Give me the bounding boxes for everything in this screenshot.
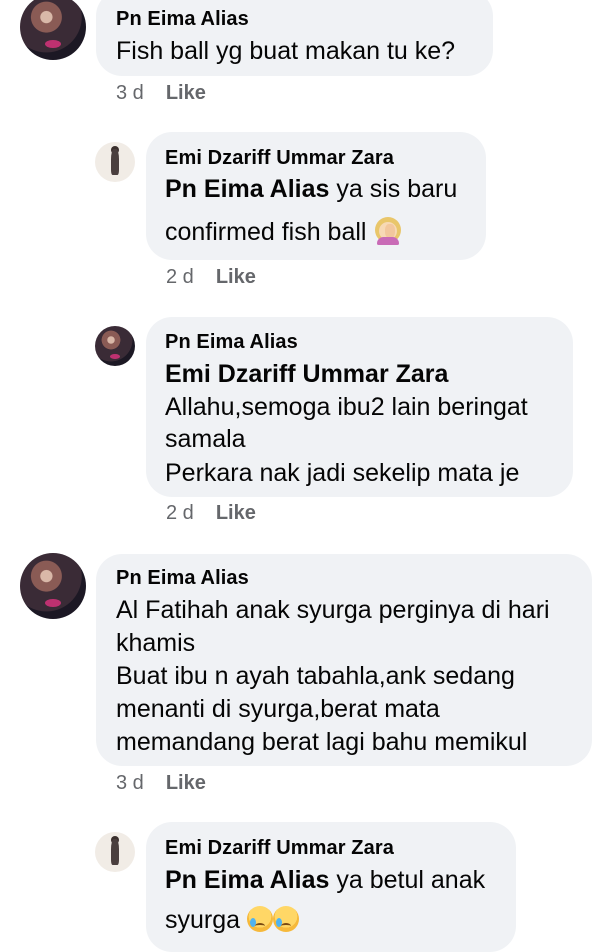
comment-author[interactable]: Pn Eima Alias bbox=[116, 8, 249, 31]
woman-facepalming-emoji bbox=[373, 215, 403, 245]
comment-text: syurga bbox=[165, 903, 299, 937]
avatar[interactable] bbox=[95, 142, 135, 182]
crying-face-emoji bbox=[273, 906, 299, 932]
comment-mention: Emi Dzariff Ummar Zara bbox=[165, 357, 448, 391]
mention-link[interactable]: Pn Eima Alias bbox=[165, 866, 329, 894]
comment-author[interactable]: Pn Eima Alias bbox=[165, 331, 298, 354]
comment-text: Perkara nak jadi sekelip mata je bbox=[165, 459, 520, 487]
comment-text: confirmed fish ball bbox=[165, 215, 403, 249]
comment-text: khamis bbox=[116, 629, 196, 657]
comment-timestamp[interactable]: 2 d bbox=[166, 502, 194, 524]
comment-timestamp[interactable]: 3 d bbox=[116, 772, 144, 794]
crying-face-emoji bbox=[247, 906, 273, 932]
comment-author[interactable]: Emi Dzariff Ummar Zara bbox=[165, 147, 394, 170]
comment-text: Al Fatihah anak syurga perginya di hari bbox=[116, 596, 550, 624]
comment-text: Fish ball yg buat makan tu ke? bbox=[116, 37, 456, 65]
comment-timestamp[interactable]: 3 d bbox=[116, 82, 144, 104]
comment-meta: 3 d Like bbox=[116, 82, 206, 105]
avatar[interactable] bbox=[95, 832, 135, 872]
comment-meta: 2 d Like bbox=[166, 502, 256, 525]
mention-link[interactable]: Pn Eima Alias bbox=[165, 175, 329, 203]
comment-author[interactable]: Emi Dzariff Ummar Zara bbox=[165, 837, 394, 860]
comment-text: memandang berat lagi bahu memikul bbox=[116, 728, 528, 756]
comment-text: samala bbox=[165, 425, 246, 453]
comment-text-line: confirmed fish ball bbox=[165, 218, 367, 246]
comment-text-line: ya betul anak bbox=[336, 866, 486, 894]
like-button[interactable]: Like bbox=[166, 82, 206, 104]
comment-text: Buat ibu n ayah tabahla,ank sedang bbox=[116, 662, 515, 690]
avatar-figure bbox=[111, 149, 119, 175]
avatar[interactable] bbox=[20, 553, 86, 619]
avatar-figure bbox=[111, 839, 119, 865]
comment-text-line: syurga bbox=[165, 906, 241, 934]
comment-text: Pn Eima Alias ya sis baru bbox=[165, 172, 457, 206]
comment-meta: 3 d Like bbox=[116, 772, 206, 795]
like-button[interactable]: Like bbox=[216, 266, 256, 288]
comment-text: Allahu,semoga ibu2 lain beringat bbox=[165, 393, 528, 421]
avatar[interactable] bbox=[95, 326, 135, 366]
comment-timestamp[interactable]: 2 d bbox=[166, 266, 194, 288]
mention-link[interactable]: Emi Dzariff Ummar Zara bbox=[165, 360, 448, 388]
comment-author[interactable]: Pn Eima Alias bbox=[116, 567, 249, 590]
comment-text: menanti di syurga,berat mata bbox=[116, 695, 440, 723]
comment-text-line: ya sis baru bbox=[336, 175, 458, 203]
like-button[interactable]: Like bbox=[166, 772, 206, 794]
like-button[interactable]: Like bbox=[216, 502, 256, 524]
comment-meta: 2 d Like bbox=[166, 266, 256, 289]
avatar[interactable] bbox=[20, 0, 86, 60]
comment-text: Pn Eima Alias ya betul anak bbox=[165, 863, 485, 897]
